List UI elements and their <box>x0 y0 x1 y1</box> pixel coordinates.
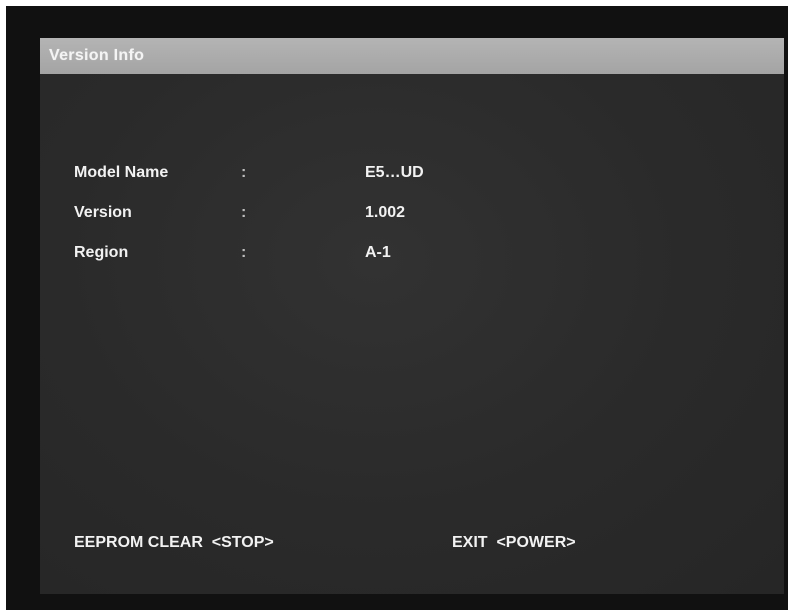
region-value: A-1 <box>365 244 391 261</box>
tv-screen: Version Info Model Name : E5…UD Version … <box>6 6 788 610</box>
model-name-label: Model Name <box>74 164 169 181</box>
separator: : <box>241 244 247 261</box>
version-info-panel: Version Info Model Name : E5…UD Version … <box>40 38 784 594</box>
separator: : <box>241 164 247 181</box>
version-label: Version <box>74 204 132 221</box>
info-row-version: Version : 1.002 <box>40 204 784 228</box>
exit-hint: EXIT <POWER> <box>452 534 576 551</box>
model-name-value: E5…UD <box>365 164 424 181</box>
version-value: 1.002 <box>365 204 406 221</box>
info-row-region: Region : A-1 <box>40 244 784 268</box>
panel-title: Version Info <box>49 47 145 64</box>
separator: : <box>241 204 247 221</box>
region-label: Region <box>74 244 129 261</box>
eeprom-clear-hint: EEPROM CLEAR <STOP> <box>74 534 274 551</box>
title-bar: Version Info <box>40 38 784 74</box>
info-row-model-name: Model Name : E5…UD <box>40 164 784 188</box>
